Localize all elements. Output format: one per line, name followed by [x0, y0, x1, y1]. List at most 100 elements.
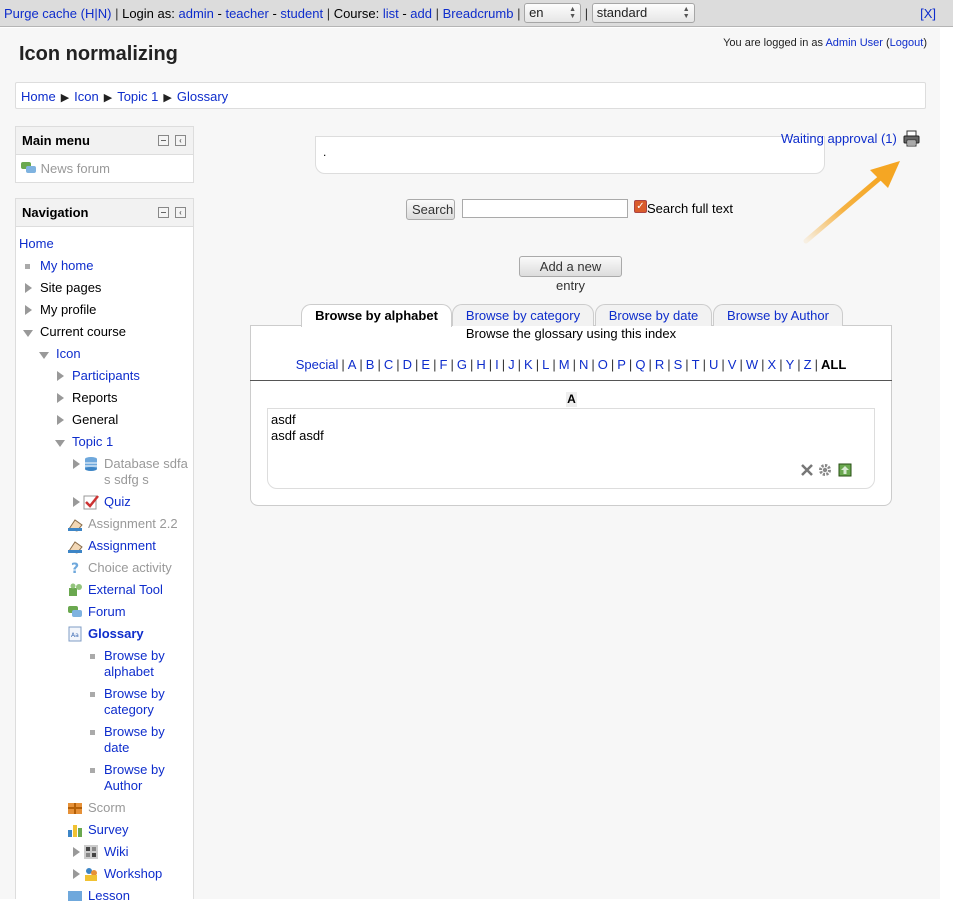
nav-survey[interactable]: Survey: [88, 822, 128, 838]
add-new-entry-button[interactable]: Add a new entry: [519, 256, 622, 293]
dock-block-icon[interactable]: ‹: [175, 135, 186, 146]
alpha-t[interactable]: T: [692, 357, 700, 372]
breadcrumb-toggle-link[interactable]: Breadcrumb: [443, 6, 514, 21]
alpha-b[interactable]: B: [366, 357, 375, 372]
nav-my-home[interactable]: My home: [40, 258, 93, 274]
collapse-arrow-icon[interactable]: [39, 352, 49, 359]
alpha-special[interactable]: Special: [296, 357, 339, 372]
nav-quiz[interactable]: Quiz: [104, 494, 131, 510]
nav-lesson[interactable]: Lesson: [88, 888, 130, 904]
alpha-m[interactable]: M: [559, 357, 570, 372]
export-icon[interactable]: [838, 463, 852, 477]
nav-course-icon[interactable]: Icon: [56, 346, 81, 362]
theme-select[interactable]: standard ▲ ▼: [591, 3, 695, 24]
alpha-a[interactable]: A: [348, 357, 357, 372]
alpha-w[interactable]: W: [746, 357, 758, 372]
alpha-x[interactable]: X: [768, 357, 777, 372]
course-list-link[interactable]: list: [383, 6, 399, 21]
expand-arrow-icon[interactable]: [73, 869, 80, 879]
alpha-g[interactable]: G: [457, 357, 467, 372]
course-add-link[interactable]: add: [410, 6, 432, 21]
breadcrumb-glossary[interactable]: Glossary: [177, 89, 228, 104]
alpha-k[interactable]: K: [524, 357, 533, 372]
alpha-z[interactable]: Z: [804, 357, 812, 372]
breadcrumb-home[interactable]: Home: [21, 89, 56, 104]
alpha-y[interactable]: Y: [786, 357, 795, 372]
alpha-e[interactable]: E: [421, 357, 430, 372]
nav-scorm[interactable]: Scorm: [88, 800, 126, 816]
alpha-o[interactable]: O: [598, 357, 608, 372]
expand-arrow-icon[interactable]: [73, 847, 80, 857]
alpha-l[interactable]: L: [542, 357, 549, 372]
expand-arrow-icon[interactable]: [73, 459, 80, 469]
nav-glossary[interactable]: Glossary: [88, 626, 144, 642]
expand-arrow-icon[interactable]: [25, 283, 32, 293]
nav-site-pages[interactable]: Site pages: [40, 280, 101, 296]
alpha-f[interactable]: F: [439, 357, 447, 372]
alpha-v[interactable]: V: [728, 357, 737, 372]
tab-browse-by-author[interactable]: Browse by Author: [713, 304, 843, 326]
alpha-u[interactable]: U: [709, 357, 718, 372]
breadcrumb-topic[interactable]: Topic 1: [117, 89, 158, 104]
nav-general[interactable]: General: [72, 412, 118, 428]
nav-my-profile[interactable]: My profile: [40, 302, 96, 318]
alpha-all[interactable]: ALL: [821, 357, 846, 372]
alpha-j[interactable]: J: [508, 357, 515, 372]
expand-arrow-icon[interactable]: [57, 371, 64, 381]
collapse-arrow-icon[interactable]: [23, 330, 33, 337]
collapse-block-icon[interactable]: [158, 135, 169, 146]
expand-arrow-icon[interactable]: [57, 415, 64, 425]
dock-block-icon[interactable]: ‹: [175, 207, 186, 218]
user-profile-link[interactable]: Admin User: [825, 37, 882, 49]
search-input[interactable]: [462, 199, 628, 218]
logout-link[interactable]: Logout: [890, 37, 924, 49]
tab-browse-by-category[interactable]: Browse by category: [452, 304, 594, 326]
nav-browse-by-category[interactable]: Browse by category: [104, 686, 165, 718]
alpha-s[interactable]: S: [674, 357, 683, 372]
expand-arrow-icon[interactable]: [73, 497, 80, 507]
nav-browse-by-author[interactable]: Browse by Author: [104, 762, 165, 794]
search-full-text-checkbox[interactable]: ✓: [634, 200, 647, 213]
main-menu-item-news-forum[interactable]: News forum: [16, 155, 193, 183]
alpha-d[interactable]: D: [403, 357, 412, 372]
purge-cache-n-link[interactable]: N: [98, 6, 107, 21]
nav-database[interactable]: Database sdfa: [104, 456, 188, 472]
tab-browse-by-alphabet[interactable]: Browse by alphabet: [301, 304, 452, 327]
nav-forum[interactable]: Forum: [88, 604, 126, 620]
login-as-student-link[interactable]: student: [280, 6, 323, 21]
collapse-block-icon[interactable]: [158, 207, 169, 218]
search-button[interactable]: Search: [406, 199, 455, 220]
alpha-n[interactable]: N: [579, 357, 588, 372]
collapse-arrow-icon[interactable]: [55, 440, 65, 447]
nav-home[interactable]: Home: [19, 236, 54, 252]
purge-cache-h-link[interactable]: H: [85, 6, 94, 21]
breadcrumb-course[interactable]: Icon: [74, 89, 99, 104]
alpha-q[interactable]: Q: [635, 357, 645, 372]
nav-browse-by-date[interactable]: Browse by date: [104, 724, 165, 756]
nav-workshop[interactable]: Workshop: [104, 866, 162, 882]
close-devbar-button[interactable]: [X]: [920, 0, 936, 27]
expand-arrow-icon[interactable]: [57, 393, 64, 403]
printer-icon[interactable]: [903, 130, 920, 147]
nav-browse-by-alphabet[interactable]: Browse by alphabet: [104, 648, 165, 680]
nav-assignment[interactable]: Assignment: [88, 538, 156, 554]
alpha-p[interactable]: P: [617, 357, 626, 372]
nav-choice-activity[interactable]: Choice activity: [88, 560, 172, 576]
alpha-i[interactable]: I: [495, 357, 499, 372]
nav-current-course[interactable]: Current course: [40, 324, 126, 340]
expand-arrow-icon[interactable]: [25, 305, 32, 315]
nav-participants[interactable]: Participants: [72, 368, 140, 384]
nav-reports[interactable]: Reports: [72, 390, 118, 406]
tab-browse-by-date[interactable]: Browse by date: [595, 304, 712, 326]
nav-topic-1[interactable]: Topic 1: [72, 434, 113, 450]
login-as-teacher-link[interactable]: teacher: [225, 6, 268, 21]
purge-cache-link[interactable]: Purge cache: [4, 6, 77, 21]
nav-wiki[interactable]: Wiki: [104, 844, 129, 860]
nav-external-tool[interactable]: External Tool: [88, 582, 163, 598]
nav-database-cont[interactable]: s sdfg s: [104, 472, 149, 488]
gear-icon[interactable]: [818, 463, 832, 477]
alpha-r[interactable]: R: [655, 357, 664, 372]
language-select[interactable]: en ▲ ▼: [524, 3, 582, 24]
waiting-approval-link[interactable]: Waiting approval (1): [781, 131, 897, 146]
nav-assignment-2-2[interactable]: Assignment 2.2: [88, 516, 178, 532]
